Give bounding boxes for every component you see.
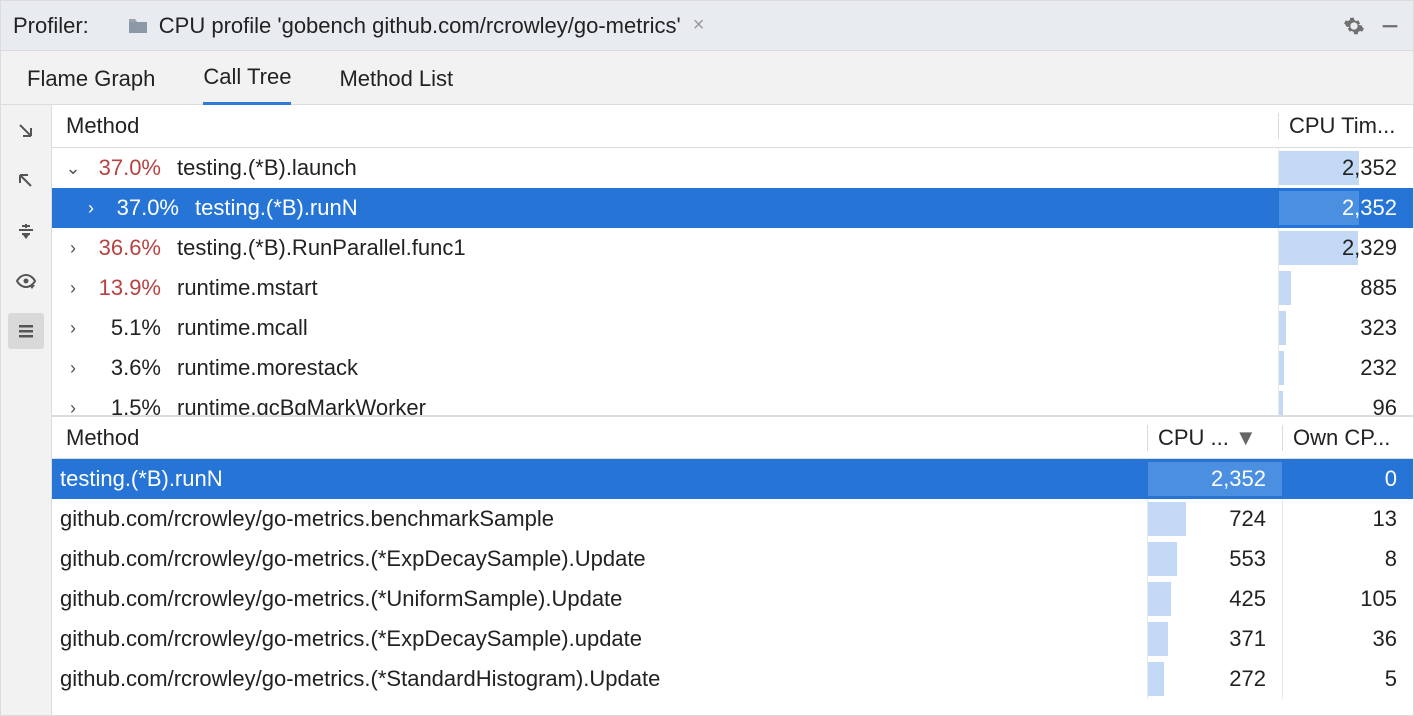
tree-row[interactable]: ›36.6% testing.(*B).RunParallel.func1 2,32…: [52, 228, 1413, 268]
chevron-down-icon[interactable]: ⌄: [60, 158, 86, 179]
chevron-right-icon[interactable]: ›: [60, 318, 86, 339]
percentage: 5.1%: [86, 315, 161, 341]
folder-icon: [127, 17, 149, 35]
list-view-icon[interactable]: [8, 313, 44, 349]
tab-method-list[interactable]: Method List: [339, 52, 453, 104]
method-name: testing.(*B).RunParallel.func1: [177, 235, 466, 261]
call-tree: ⌄37.0%testing.(*B).launch2,352›37.0%test…: [52, 148, 1413, 416]
method-name: testing.(*B).runN: [195, 195, 358, 221]
call-tree-content: Method CPU Tim... ⌄37.0%testing.(*B).lau…: [52, 105, 1413, 715]
detail-row[interactable]: testing.(*B).runN2,3520: [52, 459, 1413, 499]
detail-cpu-cell: 425: [1147, 579, 1282, 619]
cpu-time-cell: 2,352: [1278, 188, 1413, 228]
method-detail-list: testing.(*B).runN2,3520 github.com/rcrowl…: [52, 459, 1413, 715]
chevron-right-icon[interactable]: ›: [60, 238, 86, 259]
detail-cpu-cell: 724: [1147, 499, 1282, 539]
detail-cpu-cell: 2,352: [1147, 459, 1282, 499]
cpu-time-cell: 323: [1278, 308, 1413, 348]
percentage: 3.6%: [86, 355, 161, 381]
tree-header-cpu[interactable]: CPU Tim...: [1278, 113, 1413, 139]
close-tab-icon[interactable]: ×: [693, 14, 705, 37]
collapse-up-icon[interactable]: [8, 163, 44, 199]
detail-own-cell: 36: [1282, 619, 1413, 659]
minimize-icon[interactable]: [1379, 15, 1401, 37]
percentage: 13.9%: [86, 275, 161, 301]
tab-flame-graph[interactable]: Flame Graph: [27, 52, 155, 104]
detail-row[interactable]: github.com/rcrowley/go-metrics.benchmark…: [52, 499, 1413, 539]
chevron-right-icon[interactable]: ›: [60, 358, 86, 379]
detail-header-own[interactable]: Own CP...: [1282, 425, 1413, 451]
detail-row[interactable]: github.com/rcrowley/go-metrics.(*ExpDeca…: [52, 539, 1413, 579]
profiler-tabs: Flame Graph Call Tree Method List: [1, 51, 1413, 105]
detail-header-cpu[interactable]: CPU ...▼: [1147, 425, 1282, 451]
profile-name: CPU profile 'gobench github.com/rcrowley…: [159, 13, 681, 39]
tree-row[interactable]: ›13.9% runtime.mstart 885: [52, 268, 1413, 308]
method-name: runtime.mcall: [177, 315, 308, 341]
detail-row[interactable]: github.com/rcrowley/go-metrics.(*Standar…: [52, 659, 1413, 699]
tree-row[interactable]: ›5.1% runtime.mcall 323: [52, 308, 1413, 348]
tree-row[interactable]: ›3.6% runtime.morestack 232: [52, 348, 1413, 388]
profiler-main: Method CPU Tim... ⌄37.0%testing.(*B).lau…: [1, 105, 1413, 715]
visibility-icon[interactable]: [8, 263, 44, 299]
detail-method-name: github.com/rcrowley/go-metrics.(*Uniform…: [52, 586, 1147, 612]
profiler-header: Profiler: CPU profile 'gobench github.co…: [1, 1, 1413, 51]
sort-desc-icon: ▼: [1235, 425, 1257, 450]
settings-icon[interactable]: [1343, 15, 1365, 37]
cpu-time-cell: 2,329: [1278, 228, 1413, 268]
detail-method-name: testing.(*B).runN: [52, 466, 1147, 492]
chevron-right-icon[interactable]: ›: [60, 398, 86, 417]
percentage: 37.0%: [86, 155, 161, 181]
detail-method-name: github.com/rcrowley/go-metrics.(*Standar…: [52, 666, 1147, 692]
detail-method-name: github.com/rcrowley/go-metrics.benchmark…: [52, 506, 1147, 532]
detail-cpu-cell: 371: [1147, 619, 1282, 659]
detail-row[interactable]: github.com/rcrowley/go-metrics.(*Uniform…: [52, 579, 1413, 619]
detail-own-cell: 5: [1282, 659, 1413, 699]
method-name: testing.(*B).launch: [177, 155, 357, 181]
detail-method-name: github.com/rcrowley/go-metrics.(*ExpDeca…: [52, 546, 1147, 572]
filter-icon[interactable]: [8, 213, 44, 249]
cpu-time-cell: 885: [1278, 268, 1413, 308]
method-detail-header: Method CPU ...▼ Own CP...: [52, 416, 1413, 459]
detail-method-name: github.com/rcrowley/go-metrics.(*ExpDeca…: [52, 626, 1147, 652]
method-name: runtime.gcBgMarkWorker: [177, 395, 426, 416]
expand-down-icon[interactable]: [8, 113, 44, 149]
percentage: 1.5%: [86, 395, 161, 416]
cpu-time-cell: 2,352: [1278, 148, 1413, 188]
tree-header: Method CPU Tim...: [52, 105, 1413, 148]
detail-own-cell: 105: [1282, 579, 1413, 619]
tree-row[interactable]: ›37.0% testing.(*B).runN 2,352: [52, 188, 1413, 228]
percentage: 37.0%: [104, 195, 179, 221]
method-name: runtime.morestack: [177, 355, 358, 381]
detail-own-cell: 0: [1282, 459, 1413, 499]
chevron-right-icon[interactable]: ›: [60, 278, 86, 299]
profiler-label: Profiler:: [13, 13, 89, 39]
tree-row[interactable]: ⌄37.0% testing.(*B).launch 2,352: [52, 148, 1413, 188]
tree-row[interactable]: ›1.5% runtime.gcBgMarkWorker 96: [52, 388, 1413, 416]
chevron-right-icon[interactable]: ›: [78, 198, 104, 219]
method-name: runtime.mstart: [177, 275, 318, 301]
tab-call-tree[interactable]: Call Tree: [203, 50, 291, 106]
profiler-sidebar: [1, 105, 52, 715]
detail-header-method[interactable]: Method: [52, 425, 1147, 451]
detail-own-cell: 8: [1282, 539, 1413, 579]
detail-cpu-cell: 553: [1147, 539, 1282, 579]
cpu-time-cell: 96: [1278, 388, 1413, 416]
percentage: 36.6%: [86, 235, 161, 261]
detail-row[interactable]: github.com/rcrowley/go-metrics.(*ExpDeca…: [52, 619, 1413, 659]
tree-header-method[interactable]: Method: [52, 113, 1278, 139]
cpu-time-cell: 232: [1278, 348, 1413, 388]
detail-cpu-cell: 272: [1147, 659, 1282, 699]
detail-own-cell: 13: [1282, 499, 1413, 539]
